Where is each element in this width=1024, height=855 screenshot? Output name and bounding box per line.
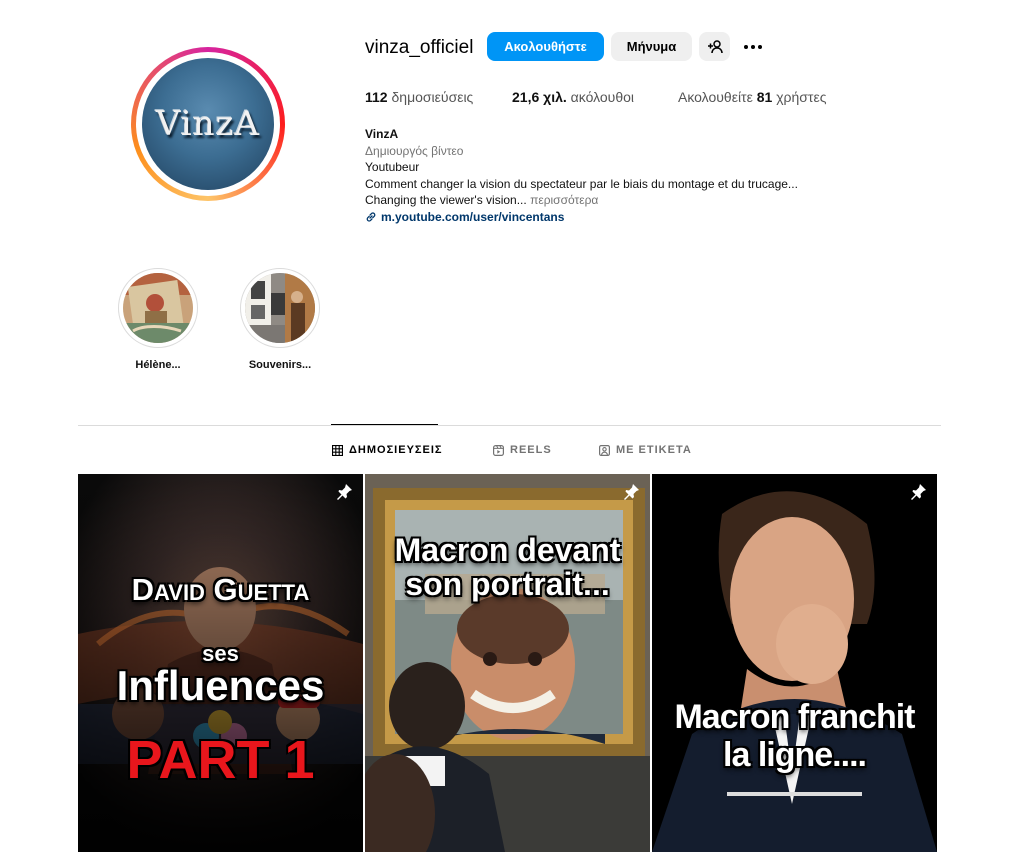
- highlight-cover-image: [245, 273, 315, 343]
- post-title: Macron franchit: [674, 698, 915, 736]
- post-image: [652, 474, 937, 852]
- link-icon: [366, 212, 376, 222]
- profile-username: vinza_officiel: [365, 37, 474, 58]
- post-title: son portrait...: [405, 566, 610, 602]
- bio-name: VinzA: [365, 127, 399, 141]
- bio-line: Comment changer la vision du spectateur …: [365, 176, 798, 191]
- post-thumbnail[interactable]: Macron devant son portrait...: [365, 474, 650, 852]
- bio-external-link[interactable]: m.youtube.com/user/vincentans: [365, 209, 885, 226]
- active-tab-indicator: [331, 424, 438, 425]
- highlight-label: Hélène...: [135, 359, 181, 371]
- highlight-cover-image: [123, 273, 193, 343]
- pin-icon: [911, 484, 926, 500]
- posts-stat: 112 δημοσιεύσεις: [365, 89, 474, 105]
- tabs-divider: [78, 425, 941, 426]
- following-stat[interactable]: Ακολουθείτε 81 χρήστες: [678, 89, 826, 105]
- highlight-label: Souvenirs...: [248, 359, 312, 371]
- bio-line: Youtubeur: [365, 160, 420, 175]
- post-thumbnail[interactable]: Macron franchit la ligne....: [652, 474, 937, 852]
- add-person-icon: [707, 39, 723, 53]
- bio-category: Δημιουργός βίντεο: [365, 143, 464, 158]
- suggested-users-button[interactable]: [699, 32, 730, 61]
- post-title: David Guetta: [131, 572, 310, 607]
- tagged-icon: [599, 444, 610, 456]
- pin-icon: [337, 484, 352, 500]
- story-highlight[interactable]: Souvenirs...: [240, 268, 320, 371]
- more-dots-icon: [744, 45, 748, 49]
- post-image: [365, 474, 650, 852]
- post-title: PART 1: [126, 730, 315, 790]
- profile-avatar[interactable]: VinzA: [131, 47, 285, 201]
- avatar-logo-text: VinzA: [155, 104, 261, 144]
- bio-more-link[interactable]: περισσότερα: [530, 193, 598, 207]
- more-options-button[interactable]: [740, 35, 766, 59]
- pin-icon: [624, 484, 639, 500]
- story-highlight[interactable]: Hélène...: [118, 268, 198, 371]
- bio-line: Changing the viewer's vision... περισσότ…: [365, 193, 599, 208]
- follow-button[interactable]: Ακολουθήστε: [487, 32, 604, 61]
- tab-posts[interactable]: ΔΗΜΟΣΙΕΥΣΕΙΣ: [332, 444, 443, 456]
- followers-stat[interactable]: 21,6 χιλ. ακόλουθοι: [512, 89, 634, 105]
- message-button[interactable]: Μήνυμα: [611, 32, 692, 61]
- profile-bio: VinzA Δημιουργός βίντεο Youtubeur Commen…: [365, 126, 885, 226]
- post-thumbnail[interactable]: David Guetta ses Influences PART 1: [78, 474, 363, 852]
- reels-icon: [493, 444, 504, 456]
- tab-tagged[interactable]: ΜΕ ΕΤΙΚΕΤΑ: [599, 444, 692, 456]
- post-title: Macron devant: [394, 532, 621, 568]
- post-title: Influences: [116, 662, 325, 709]
- post-title: la ligne....: [723, 736, 867, 774]
- grid-icon: [332, 444, 343, 456]
- tab-reels[interactable]: REELS: [493, 444, 552, 456]
